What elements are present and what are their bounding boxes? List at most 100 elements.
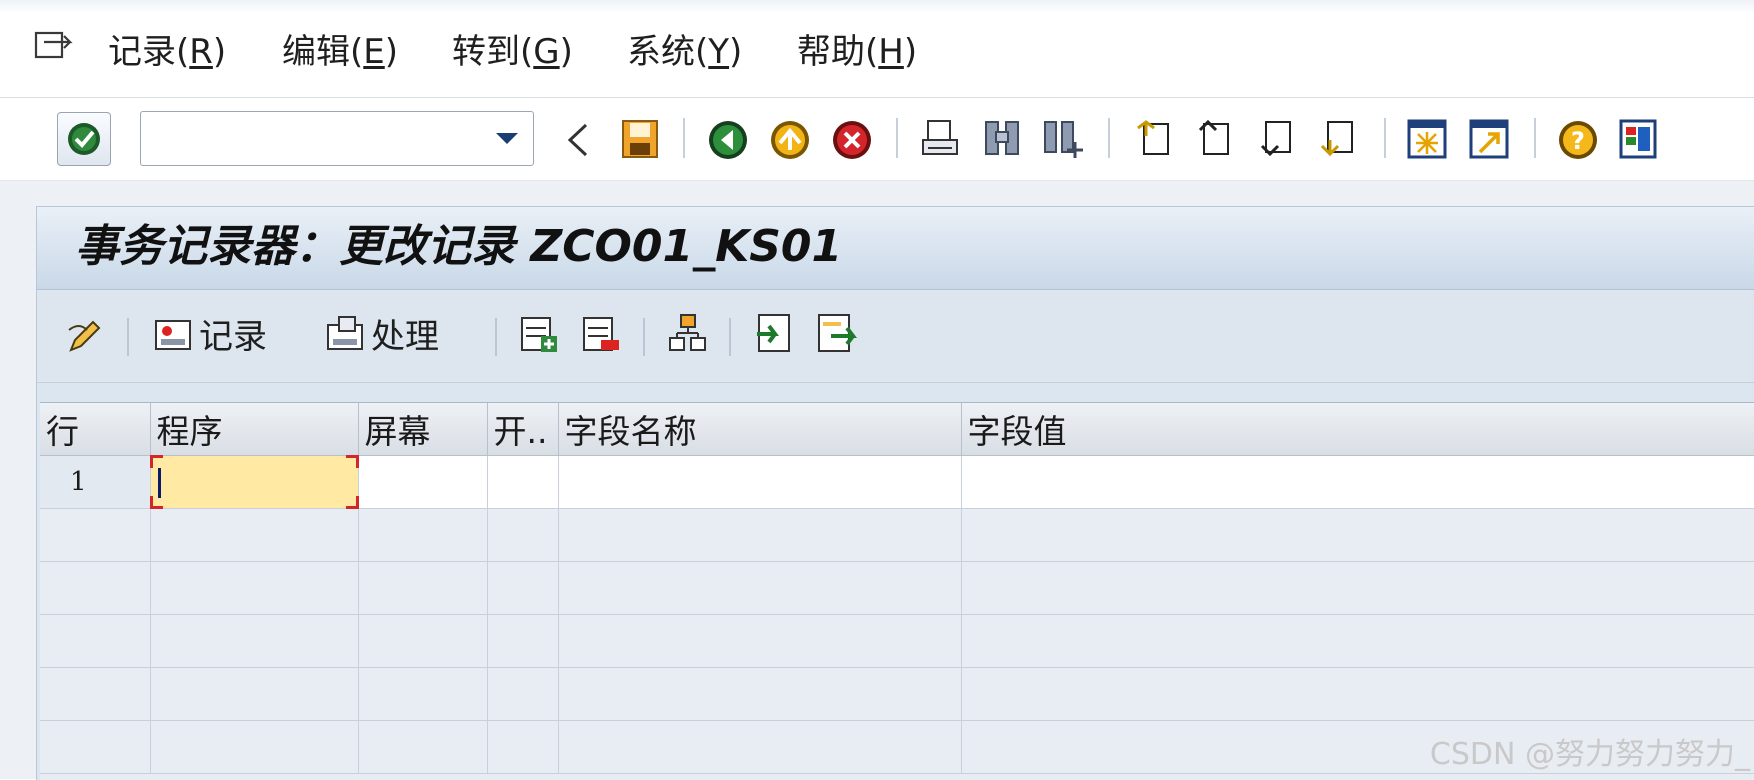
process-icon bbox=[327, 316, 363, 350]
menu-record[interactable]: 记录(R) bbox=[108, 30, 226, 74]
watermark: CSDN @努力努力努力_ bbox=[1429, 737, 1750, 772]
svg-text:?: ? bbox=[1571, 127, 1585, 155]
empty-cell[interactable] bbox=[358, 614, 488, 668]
empty-cell[interactable] bbox=[358, 720, 488, 774]
back-triangle-icon[interactable] bbox=[566, 122, 590, 158]
save-icon[interactable] bbox=[620, 118, 660, 160]
column-header-program[interactable]: 程序 bbox=[150, 403, 359, 456]
edit-pencil-icon[interactable] bbox=[65, 316, 105, 356]
export-icon[interactable] bbox=[815, 312, 857, 356]
start-cell[interactable] bbox=[487, 455, 559, 509]
table-header-row: 行 程序 屏幕 开.. 字段名称 字段值 bbox=[40, 403, 1754, 456]
column-header-field-value[interactable]: 字段值 bbox=[961, 403, 1754, 456]
command-dropdown-icon[interactable] bbox=[495, 130, 519, 146]
empty-cell[interactable] bbox=[150, 508, 359, 562]
menu-goto[interactable]: 转到(G) bbox=[452, 30, 573, 74]
toolbar-separator bbox=[729, 318, 731, 356]
menu-bar: 记录(R) 编辑(E) 转到(G) 系统(Y) 帮助(H) bbox=[0, 0, 1754, 98]
empty-cell[interactable] bbox=[150, 720, 359, 774]
import-icon[interactable] bbox=[753, 312, 795, 356]
find-icon[interactable] bbox=[982, 118, 1024, 160]
empty-cell[interactable] bbox=[487, 614, 559, 668]
empty-cell[interactable] bbox=[558, 667, 962, 721]
empty-cell[interactable] bbox=[358, 508, 488, 562]
empty-cell[interactable] bbox=[40, 561, 151, 615]
toolbar-separator bbox=[1108, 118, 1110, 158]
empty-cell[interactable] bbox=[961, 508, 1754, 562]
menu-edit[interactable]: 编辑(E) bbox=[282, 30, 398, 74]
cancel-icon[interactable] bbox=[830, 118, 874, 162]
record-icon bbox=[155, 320, 191, 350]
find-next-icon[interactable] bbox=[1042, 118, 1084, 160]
column-header-screen[interactable]: 屏幕 bbox=[358, 403, 488, 456]
field-value-cell[interactable] bbox=[961, 455, 1754, 509]
focus-corner bbox=[345, 496, 359, 509]
enter-button[interactable] bbox=[57, 112, 111, 166]
empty-cell[interactable] bbox=[487, 561, 559, 615]
empty-cell[interactable] bbox=[487, 508, 559, 562]
empty-cell[interactable] bbox=[40, 508, 151, 562]
record-button[interactable]: 记录 bbox=[153, 308, 267, 358]
menu-help[interactable]: 帮助(H) bbox=[797, 30, 917, 74]
screen-cell[interactable] bbox=[358, 455, 488, 509]
table-row bbox=[40, 667, 1754, 721]
empty-cell[interactable] bbox=[961, 561, 1754, 615]
layout-icon[interactable] bbox=[1618, 118, 1660, 160]
toolbar-separator bbox=[495, 318, 497, 356]
last-page-icon[interactable] bbox=[1318, 118, 1360, 158]
empty-cell[interactable] bbox=[961, 667, 1754, 721]
empty-cell[interactable] bbox=[358, 667, 488, 721]
toolbar-separator bbox=[896, 118, 898, 158]
recording-table: 行 程序 屏幕 开.. 字段名称 字段值 1 bbox=[40, 402, 1754, 780]
column-header-line[interactable]: 行 bbox=[40, 403, 151, 456]
table-row bbox=[40, 508, 1754, 562]
delete-row-icon[interactable] bbox=[581, 314, 621, 356]
menu-system[interactable]: 系统(Y) bbox=[627, 30, 742, 74]
empty-cell[interactable] bbox=[558, 720, 962, 774]
row-number[interactable]: 1 bbox=[40, 455, 151, 509]
field-name-cell[interactable] bbox=[558, 455, 962, 509]
command-field[interactable] bbox=[140, 111, 534, 166]
empty-cell[interactable] bbox=[40, 667, 151, 721]
column-header-start[interactable]: 开.. bbox=[487, 403, 559, 456]
empty-cell[interactable] bbox=[358, 561, 488, 615]
page-title: 事务记录器：更改记录 ZCO01_KS01 bbox=[75, 221, 843, 272]
command-input[interactable] bbox=[145, 116, 479, 162]
create-shortcut-icon[interactable] bbox=[1468, 118, 1510, 160]
focus-corner bbox=[345, 455, 359, 468]
print-icon[interactable] bbox=[920, 118, 960, 160]
empty-cell[interactable] bbox=[40, 720, 151, 774]
next-page-icon[interactable] bbox=[1256, 118, 1298, 158]
empty-cell[interactable] bbox=[961, 614, 1754, 668]
focus-corner bbox=[149, 496, 163, 509]
empty-cell[interactable] bbox=[558, 614, 962, 668]
help-icon[interactable]: ? bbox=[1556, 118, 1600, 162]
toolbar-separator bbox=[1534, 118, 1536, 158]
program-cell[interactable] bbox=[149, 455, 359, 509]
empty-cell[interactable] bbox=[558, 508, 962, 562]
previous-page-icon[interactable] bbox=[1194, 118, 1236, 158]
empty-cell[interactable] bbox=[150, 667, 359, 721]
empty-cell[interactable] bbox=[558, 561, 962, 615]
column-header-field-name[interactable]: 字段名称 bbox=[558, 403, 962, 456]
empty-cell[interactable] bbox=[487, 720, 559, 774]
empty-cell[interactable] bbox=[150, 614, 359, 668]
enter-icon bbox=[68, 123, 100, 155]
table-row: 1 bbox=[40, 455, 1754, 509]
toolbar-separator bbox=[683, 118, 685, 158]
hierarchy-icon[interactable] bbox=[667, 312, 707, 354]
insert-row-icon[interactable] bbox=[519, 314, 559, 356]
application-toolbar: 记录 处理 bbox=[37, 290, 1754, 383]
first-page-icon[interactable] bbox=[1134, 118, 1176, 158]
empty-cell[interactable] bbox=[40, 614, 151, 668]
window-menu-icon[interactable] bbox=[34, 30, 74, 64]
back-icon[interactable] bbox=[706, 118, 750, 162]
focus-corner bbox=[149, 455, 163, 468]
new-session-icon[interactable] bbox=[1406, 118, 1448, 160]
empty-cell[interactable] bbox=[150, 561, 359, 615]
process-button[interactable]: 处理 bbox=[325, 308, 439, 358]
recording-grid: 行 程序 屏幕 开.. 字段名称 字段值 1 bbox=[40, 403, 1754, 774]
toolbar-separator bbox=[643, 318, 645, 356]
empty-cell[interactable] bbox=[487, 667, 559, 721]
exit-icon[interactable] bbox=[768, 118, 812, 162]
